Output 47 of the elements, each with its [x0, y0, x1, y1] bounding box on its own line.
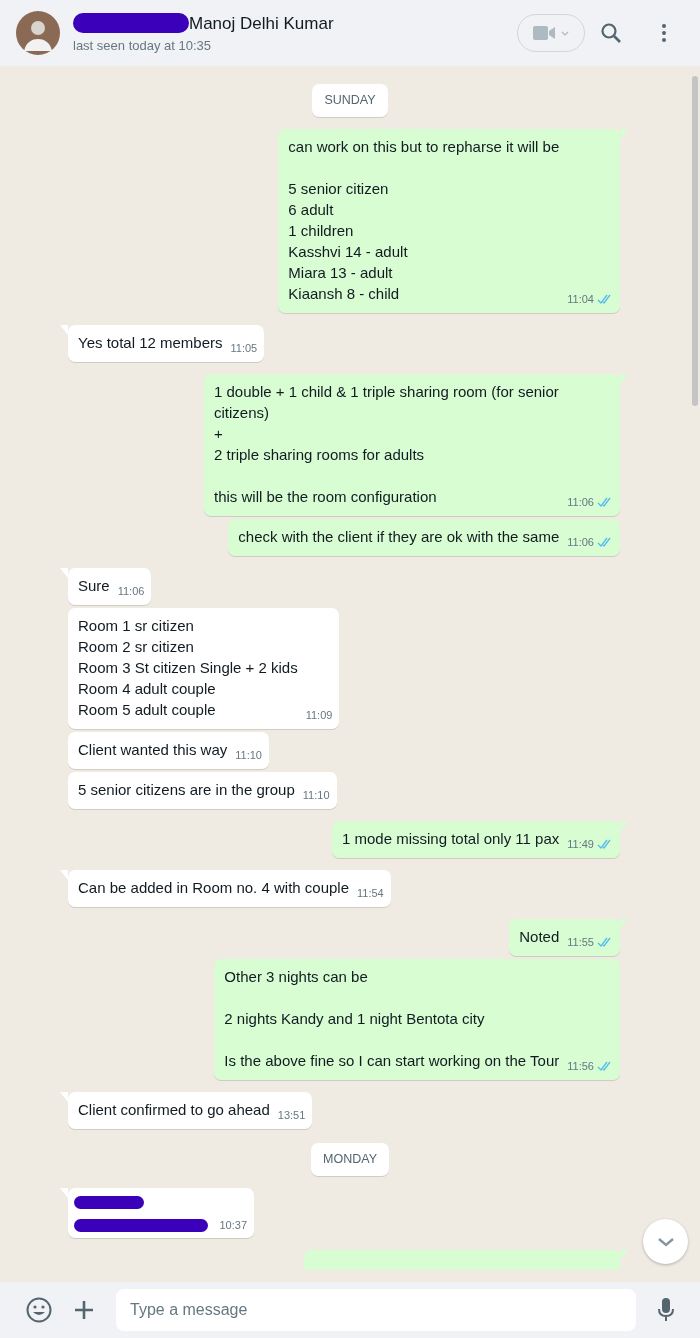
- message-time: 11:49: [567, 837, 594, 853]
- search-icon[interactable]: [600, 22, 622, 44]
- message-time: 11:05: [230, 341, 258, 357]
- message-time: 11:06: [567, 535, 594, 551]
- message-text: Noted: [519, 926, 560, 947]
- message-time: 11:56: [567, 1059, 594, 1075]
- message-time: 11:55: [567, 935, 594, 951]
- video-camera-icon: [533, 26, 555, 40]
- message-text: Room 1 sr citizen Room 2 sr citizen Room 3 St citizen Single + 2 kids Room 4 adult couple Room 5 adult couple: [78, 615, 298, 720]
- date-label: SUNDAY: [312, 84, 388, 117]
- last-seen-status: last seen today at 10:35: [73, 37, 213, 55]
- date-label: MONDAY: [311, 1142, 389, 1176]
- message-time: 11:54: [357, 886, 384, 902]
- double-check-icon: [597, 937, 613, 948]
- message-text: Client wanted this way: [78, 739, 228, 760]
- message-time: 13:51: [277, 1108, 306, 1124]
- message-text: 5 senior citizens are in the group: [78, 779, 295, 800]
- message-text: Client confirmed to go ahead: [78, 1099, 270, 1120]
- microphone-icon[interactable]: [658, 1298, 674, 1322]
- message-time: 11:10: [302, 788, 330, 804]
- double-check-icon: [597, 537, 613, 548]
- plus-icon[interactable]: [74, 1300, 94, 1320]
- double-check-icon: [597, 839, 613, 850]
- message-time: 11:10: [235, 748, 262, 764]
- message-time: 11:06: [567, 495, 594, 511]
- message-time: 11:04: [567, 292, 594, 308]
- double-check-icon: [597, 1061, 613, 1072]
- redaction-mark: [74, 1195, 144, 1209]
- message-text: 1 mode missing total only 11 pax: [341, 828, 560, 849]
- message-text: check with the client if they are ok with the same: [238, 526, 560, 547]
- double-check-icon: [597, 497, 613, 508]
- chevron-down-icon: [656, 1236, 675, 1247]
- double-check-icon: [597, 294, 613, 305]
- avatar[interactable]: [16, 11, 60, 55]
- message-input[interactable]: Type a message: [116, 1289, 636, 1331]
- message-text: can work on this but to repharse it will be 5 senior citizen 6 adult 1 children Kasshvi 14 - adult Miara 13 - adult Kiaansh 8 - child: [288, 136, 560, 304]
- chevron-down-icon: [561, 30, 569, 36]
- message-time: 11:06: [117, 584, 145, 600]
- menu-icon[interactable]: [662, 24, 666, 42]
- message-text: Can be added in Room no. 4 with couple: [78, 877, 349, 898]
- message-text: Yes total 12 members: [78, 332, 223, 353]
- message-text: Sure: [78, 575, 110, 596]
- message-time: 11:09: [305, 708, 333, 724]
- contact-name[interactable]: Manoj Delhi Kumar: [189, 10, 334, 36]
- message-text: Other 3 nights can be 2 nights Kandy and 1 night Bentota city Is the above fine so I can start working on the Tour: [224, 966, 560, 1071]
- message-time: 10:37: [219, 1218, 247, 1233]
- smiley-icon[interactable]: [26, 1297, 52, 1323]
